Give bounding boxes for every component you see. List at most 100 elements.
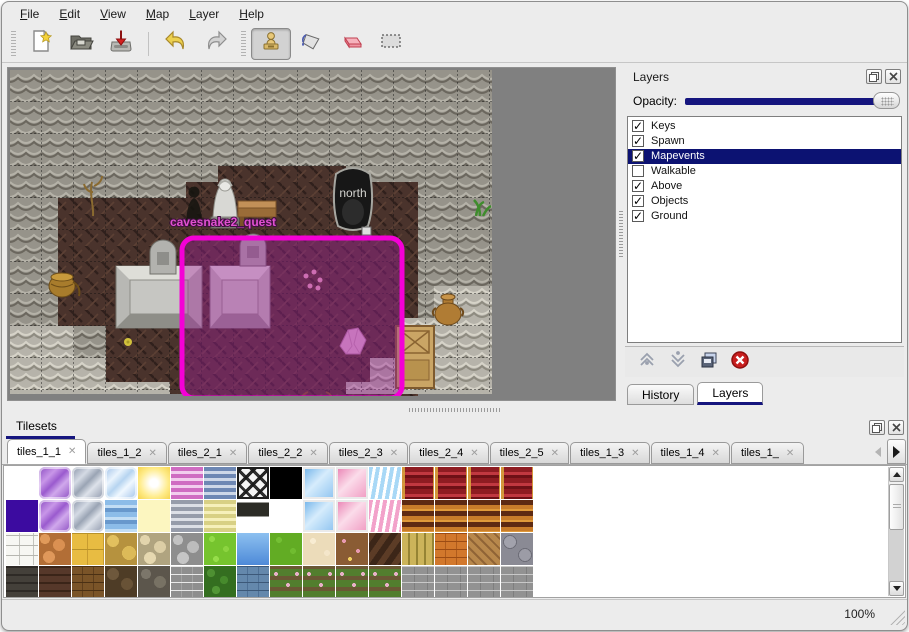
dock-tab-history[interactable]: History: [627, 384, 694, 405]
open-file-button[interactable]: [61, 28, 101, 60]
undo-button[interactable]: [156, 28, 196, 60]
tileset-tile[interactable]: [501, 533, 533, 565]
tileset-tile[interactable]: [204, 500, 236, 532]
dock-tab-layers[interactable]: Layers: [697, 382, 763, 405]
tileset-tile[interactable]: [171, 566, 203, 598]
tileset-tab-tiles_1_4[interactable]: tiles_1_4✕: [651, 442, 730, 464]
resize-grip[interactable]: [887, 607, 905, 625]
layer-duplicate-button[interactable]: [699, 350, 719, 375]
tileset-tab-tiles_1_2[interactable]: tiles_1_2✕: [87, 442, 166, 464]
tileset-tile[interactable]: [39, 566, 71, 598]
tab-close-icon[interactable]: ✕: [786, 448, 794, 459]
tileset-tile[interactable]: [39, 500, 71, 532]
redo-button[interactable]: [196, 28, 236, 60]
tileset-tile[interactable]: [237, 566, 269, 598]
tab-close-icon[interactable]: ✕: [148, 448, 156, 459]
tileset-tile[interactable]: [501, 500, 533, 532]
tileset-tile[interactable]: [336, 500, 368, 532]
tileset-tile[interactable]: [138, 533, 170, 565]
tileset-tile[interactable]: [204, 566, 236, 598]
tileset-tile[interactable]: [171, 500, 203, 532]
layer-row[interactable]: ✓Spawn: [628, 134, 901, 149]
menu-help[interactable]: Help: [229, 4, 274, 24]
layer-move-up-button[interactable]: [637, 350, 657, 375]
tileset-tile[interactable]: [402, 500, 434, 532]
tileset-tile[interactable]: [468, 467, 500, 499]
tileset-tile[interactable]: [336, 533, 368, 565]
tileset-tab-tiles_2_4[interactable]: tiles_2_4✕: [409, 442, 488, 464]
map-canvas-area[interactable]: north cavesnake2_quest: [7, 67, 616, 401]
fill-tool-button[interactable]: [291, 28, 331, 60]
tileset-tile[interactable]: [72, 533, 104, 565]
layer-visibility-checkbox[interactable]: ✓: [632, 180, 644, 192]
tileset-tile[interactable]: [138, 467, 170, 499]
tileset-tile[interactable]: [435, 566, 467, 598]
tab-close-icon[interactable]: ✕: [68, 446, 76, 457]
select-tool-button[interactable]: [371, 28, 411, 60]
tileset-tile[interactable]: [6, 533, 38, 565]
tileset-tab-tiles_2_2[interactable]: tiles_2_2✕: [248, 442, 327, 464]
prop-cave-entrance[interactable]: [334, 168, 372, 235]
tileset-tile[interactable]: [237, 467, 269, 499]
menu-file[interactable]: File: [10, 4, 49, 24]
opacity-slider-handle[interactable]: [873, 92, 900, 109]
toolbar-grip[interactable]: [241, 31, 246, 57]
tileset-tile[interactable]: [369, 500, 401, 532]
scrollbar-track[interactable]: [889, 530, 904, 582]
layer-visibility-checkbox[interactable]: ✓: [632, 135, 644, 147]
tileset-tile[interactable]: [105, 566, 137, 598]
tileset-tile[interactable]: [435, 467, 467, 499]
tileset-tile[interactable]: [237, 533, 269, 565]
tileset-tile[interactable]: [39, 467, 71, 499]
layer-row[interactable]: ✓Above: [628, 179, 901, 194]
tilesets-float-button[interactable]: [869, 420, 885, 435]
tileset-tile[interactable]: [72, 467, 104, 499]
scrollbar-thumb[interactable]: [889, 484, 904, 530]
tileset-tile[interactable]: [270, 467, 302, 499]
tileset-tile[interactable]: [171, 467, 203, 499]
opacity-slider-track[interactable]: [685, 98, 898, 105]
tileset-tile[interactable]: [6, 467, 38, 499]
scroll-up-button[interactable]: [889, 467, 904, 482]
tileset-tile[interactable]: [468, 500, 500, 532]
tileset-tile[interactable]: [501, 566, 533, 598]
palette-scrollbar[interactable]: [888, 467, 904, 596]
tileset-tile[interactable]: [468, 533, 500, 565]
new-file-button[interactable]: [21, 28, 61, 60]
tileset-tile[interactable]: [336, 467, 368, 499]
layers-float-button[interactable]: [866, 69, 882, 84]
tileset-tile[interactable]: [303, 467, 335, 499]
tileset-tile[interactable]: [402, 467, 434, 499]
layer-row[interactable]: ✓Keys: [628, 119, 901, 134]
layer-row[interactable]: ✓Objects: [628, 194, 901, 209]
tab-close-icon[interactable]: ✕: [309, 448, 317, 459]
map-canvas[interactable]: north cavesnake2_quest: [10, 70, 494, 396]
tab-close-icon[interactable]: ✕: [631, 448, 639, 459]
tab-close-icon[interactable]: ✕: [229, 448, 237, 459]
tileset-tile[interactable]: [6, 566, 38, 598]
layer-visibility-checkbox[interactable]: ✓: [632, 120, 644, 132]
save-button[interactable]: [101, 28, 141, 60]
tab-close-icon[interactable]: ✕: [390, 448, 398, 459]
scroll-down-button[interactable]: [889, 581, 904, 596]
tileset-tile[interactable]: [204, 533, 236, 565]
map-selection-fill[interactable]: [182, 238, 402, 396]
tileset-tile[interactable]: [270, 500, 302, 532]
tab-scroll-right-button[interactable]: [887, 439, 906, 464]
layer-move-down-button[interactable]: [668, 350, 688, 375]
tileset-tile[interactable]: [435, 500, 467, 532]
layer-visibility-checkbox[interactable]: [632, 165, 644, 177]
tileset-tile[interactable]: [6, 500, 38, 532]
tileset-tile[interactable]: [237, 500, 269, 532]
toolbar-grip[interactable]: [11, 31, 16, 57]
tab-close-icon[interactable]: ✕: [470, 448, 478, 459]
tileset-tile[interactable]: [369, 566, 401, 598]
horizontal-splitter[interactable]: [2, 405, 907, 415]
layer-row[interactable]: ✓Ground: [628, 209, 901, 224]
tileset-tile[interactable]: [105, 467, 137, 499]
opacity-slider[interactable]: [685, 92, 900, 109]
tileset-tab-tiles_2_1[interactable]: tiles_2_1✕: [168, 442, 247, 464]
eraser-tool-button[interactable]: [331, 28, 371, 60]
tileset-tile[interactable]: [270, 566, 302, 598]
tileset-palette[interactable]: [3, 465, 906, 598]
